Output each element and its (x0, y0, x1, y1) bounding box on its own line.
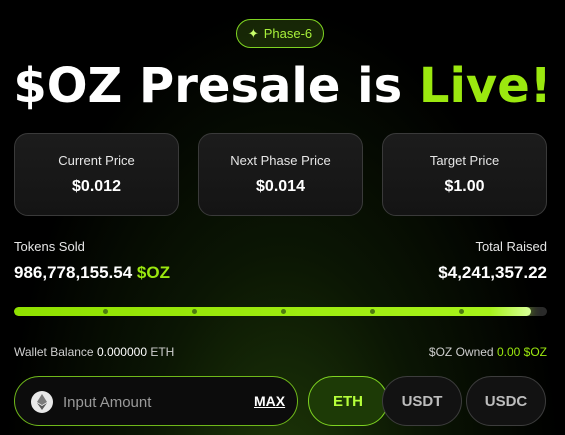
tokens-sold-amount: 986,778,155.54 (14, 263, 133, 282)
progress-marker (459, 309, 464, 314)
progress-marker (281, 309, 286, 314)
tokens-sold-ticker: $OZ (136, 263, 170, 282)
tokens-sold-label: Tokens Sold (14, 239, 85, 254)
tokens-sold-value: 986,778,155.54 $OZ (14, 263, 170, 283)
currency-eth-button[interactable]: ETH (308, 376, 388, 426)
wallet-balance: Wallet Balance 0.000000 ETH (14, 345, 174, 359)
progress-marker (103, 309, 108, 314)
next-phase-price-value: $0.014 (256, 178, 305, 195)
total-raised-value: $4,241,357.22 (438, 263, 547, 282)
page-title-accent: Live! (418, 58, 552, 114)
next-phase-price-card: Next Phase Price $0.014 (198, 133, 363, 216)
current-price-label: Current Price (58, 153, 135, 168)
ethereum-icon (31, 391, 53, 413)
amount-input-group: MAX (14, 376, 298, 426)
phase-badge-label: Phase-6 (263, 26, 313, 41)
oz-owned-label: $OZ Owned (428, 345, 494, 359)
progress-marker (192, 309, 197, 314)
current-price-value: $0.012 (72, 178, 121, 195)
oz-owned-amount: 0.00 (496, 345, 521, 359)
sparkle-icon: ✦ (247, 25, 259, 41)
currency-usdt-button[interactable]: USDT (382, 376, 462, 426)
target-price-label: Target Price (429, 153, 500, 168)
wallet-balance-unit: ETH (150, 345, 175, 359)
page-title: $OZ Presale is Live! (0, 58, 565, 114)
target-price-value: $1.00 (444, 178, 485, 195)
next-phase-price-label: Next Phase Price (230, 153, 331, 168)
max-button[interactable]: MAX (254, 393, 285, 409)
current-price-card: Current Price $0.012 (14, 133, 179, 216)
wallet-balance-amount: 0.000000 (96, 345, 147, 359)
page-title-prefix: $OZ Presale is (13, 58, 419, 114)
presale-progress-fill (14, 307, 531, 316)
wallet-balance-label: Wallet Balance (14, 345, 94, 359)
oz-owned-unit: $OZ (523, 345, 547, 359)
oz-owned: $OZ Owned 0.00 $OZ (429, 345, 547, 359)
progress-marker (370, 309, 375, 314)
target-price-card: Target Price $1.00 (382, 133, 547, 216)
phase-badge: ✦ Phase-6 (236, 19, 324, 48)
amount-input[interactable] (63, 390, 243, 414)
currency-usdc-button[interactable]: USDC (466, 376, 546, 426)
presale-progress-bar (14, 307, 547, 316)
total-raised-label: Total Raised (475, 239, 547, 254)
